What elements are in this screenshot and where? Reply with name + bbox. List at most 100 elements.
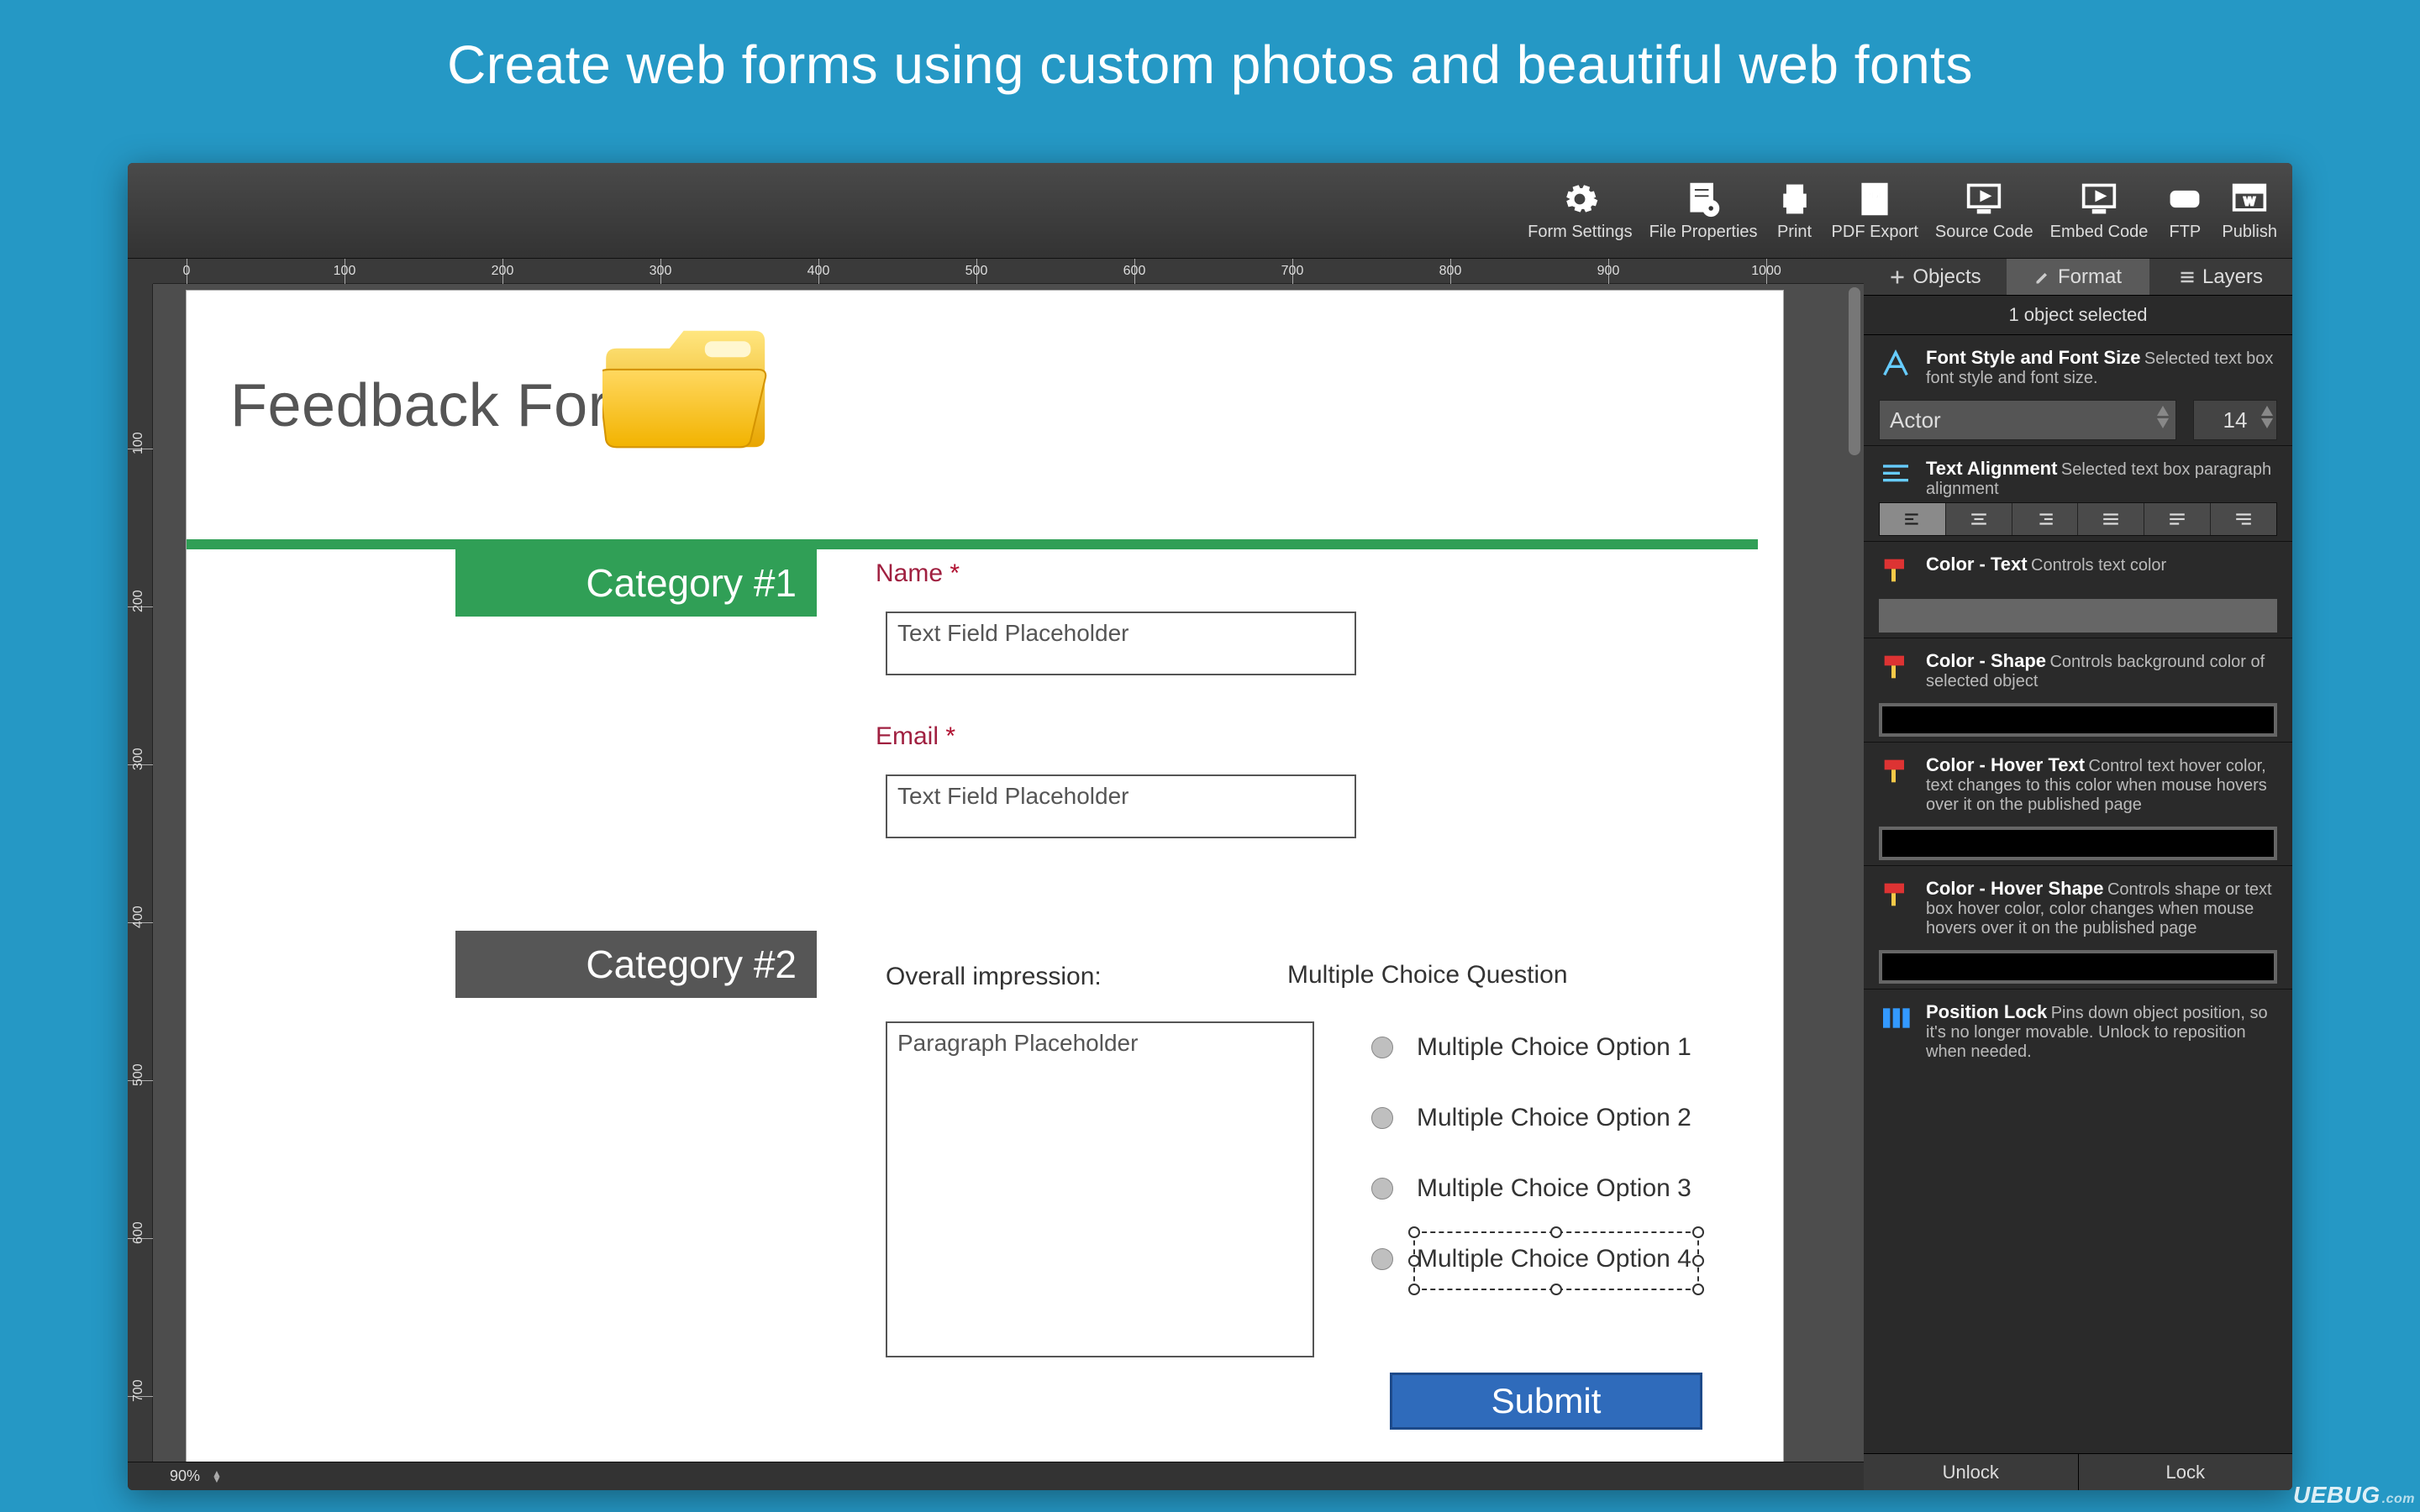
- placeholder-text: Paragraph Placeholder: [887, 1023, 1313, 1063]
- ftp-button[interactable]: FTP FTP: [2165, 179, 2205, 242]
- canvas-scrollbar[interactable]: [1847, 284, 1864, 1462]
- radio-dot-icon: [1371, 1178, 1393, 1200]
- lock-button[interactable]: Lock: [2079, 1454, 2293, 1490]
- align-right-button[interactable]: [2012, 503, 2079, 535]
- panel-position-lock: Position Lock Pins down object position,…: [1864, 990, 2292, 1067]
- color-text-swatch[interactable]: [1879, 599, 2277, 633]
- font-size-stepper[interactable]: 14: [2193, 400, 2277, 440]
- name-input[interactable]: Text Field Placeholder: [886, 612, 1356, 675]
- submit-button[interactable]: Submit: [1390, 1373, 1702, 1430]
- embed-code-button[interactable]: Embed Code: [2050, 179, 2149, 242]
- radio-label: Multiple Choice Option 3: [1417, 1174, 1691, 1203]
- svg-text:W: W: [2244, 195, 2255, 208]
- toolbar-label: FTP: [2170, 223, 2202, 242]
- monitor-play-icon: [1964, 179, 2004, 219]
- chevron-updown-icon: [2157, 406, 2169, 428]
- ruler-corner: [128, 259, 153, 284]
- chevron-updown-icon: [2261, 406, 2273, 428]
- email-label: Email *: [876, 722, 955, 751]
- radio-option-1[interactable]: Multiple Choice Option 1: [1371, 1033, 1691, 1062]
- layers-icon: [2179, 269, 2196, 286]
- tab-format[interactable]: Format: [2007, 259, 2149, 295]
- selection-box[interactable]: [1413, 1231, 1699, 1290]
- watermark: UEBUG.com: [2293, 1482, 2415, 1509]
- tab-label: Format: [2058, 265, 2122, 289]
- panel-title: Color - Text: [1926, 554, 2028, 575]
- panel-title: Text Alignment: [1926, 458, 2057, 479]
- lock-row: Unlock Lock: [1864, 1453, 2292, 1490]
- ftp-icon: FTP: [2165, 179, 2205, 219]
- color-hover-text-swatch[interactable]: [1879, 827, 2277, 860]
- align-justify-left-button[interactable]: [2144, 503, 2211, 535]
- file-properties-button[interactable]: File Properties: [1649, 179, 1758, 242]
- radio-option-2[interactable]: Multiple Choice Option 2: [1371, 1104, 1691, 1132]
- inspector-panel: Objects Format Layers 1 object selected …: [1864, 259, 2292, 1490]
- alignment-group: [1879, 502, 2277, 536]
- email-input[interactable]: Text Field Placeholder: [886, 774, 1356, 838]
- tab-layers[interactable]: Layers: [2149, 259, 2292, 295]
- file-gear-icon: [1683, 179, 1723, 219]
- ruler-horizontal: 01002003004005006007008009001000: [153, 259, 1864, 284]
- hero-title: Create web forms using custom photos and…: [0, 0, 2420, 121]
- pencil-icon: [2034, 269, 2051, 286]
- divider-line: [187, 539, 1758, 549]
- align-justify-button[interactable]: [2078, 503, 2144, 535]
- toolbar-label: File Properties: [1649, 223, 1758, 242]
- paint-roller-icon: [1879, 754, 1912, 788]
- font-icon: [1879, 347, 1912, 381]
- category-label: Category #1: [586, 560, 797, 606]
- unlock-button[interactable]: Unlock: [1864, 1454, 2079, 1490]
- pdf-export-button[interactable]: PDF PDF Export: [1832, 179, 1918, 242]
- panel-title: Color - Shape: [1926, 650, 2046, 671]
- radio-option-3[interactable]: Multiple Choice Option 3: [1371, 1174, 1691, 1203]
- selection-info: 1 object selected: [1864, 296, 2292, 335]
- font-size-value: 14: [2223, 407, 2248, 433]
- overall-label: Overall impression:: [886, 963, 1102, 991]
- app-window: Form Settings File Properties Print PDF …: [128, 163, 2292, 1490]
- panel-color-shape: Color - Shape Controls background color …: [1864, 638, 2292, 743]
- scrollbar-thumb[interactable]: [1849, 287, 1860, 455]
- gear-icon: [1560, 179, 1600, 219]
- panel-color-hover-text: Color - Hover Text Control text hover co…: [1864, 743, 2292, 866]
- paint-roller-icon: [1879, 554, 1912, 587]
- paragraph-input[interactable]: Paragraph Placeholder: [886, 1021, 1314, 1357]
- status-bar: 90% ▲▼: [128, 1462, 1864, 1490]
- publish-icon: W: [2229, 179, 2270, 219]
- category-label: Category #2: [586, 942, 797, 987]
- lock-label: Lock: [2166, 1462, 2205, 1483]
- toolbar-label: PDF Export: [1832, 223, 1918, 242]
- zoom-value[interactable]: 90%: [170, 1467, 200, 1485]
- color-shape-swatch[interactable]: [1879, 703, 2277, 737]
- mcq-label: Multiple Choice Question: [1287, 961, 1568, 990]
- canvas[interactable]: Feedback Form Category #1 Cate: [153, 284, 1864, 1462]
- radio-dot-icon: [1371, 1107, 1393, 1129]
- print-icon: [1775, 179, 1815, 219]
- publish-button[interactable]: W Publish: [2222, 179, 2277, 242]
- toolbar-label: Form Settings: [1528, 223, 1632, 242]
- pdf-icon: PDF: [1854, 179, 1895, 219]
- toolbar-label: Embed Code: [2050, 223, 2149, 242]
- page[interactable]: Feedback Form Category #1 Cate: [187, 291, 1783, 1462]
- tab-objects[interactable]: Objects: [1864, 259, 2007, 295]
- print-button[interactable]: Print: [1775, 179, 1815, 242]
- placeholder-text: Text Field Placeholder: [897, 783, 1128, 809]
- category-tab-1[interactable]: Category #1: [455, 549, 817, 617]
- monitor-code-icon: [2079, 179, 2119, 219]
- paint-roller-icon: [1879, 650, 1912, 684]
- source-code-button[interactable]: Source Code: [1935, 179, 2033, 242]
- align-icon: [1879, 458, 1912, 491]
- unlock-label: Unlock: [1943, 1462, 1999, 1483]
- panel-title: Color - Hover Shape: [1926, 878, 2103, 899]
- align-left-button[interactable]: [1880, 503, 1946, 535]
- zoom-stepper-icon[interactable]: ▲▼: [212, 1471, 222, 1483]
- name-label: Name *: [876, 559, 960, 588]
- category-tab-2[interactable]: Category #2: [455, 931, 817, 998]
- form-settings-button[interactable]: Form Settings: [1528, 179, 1632, 242]
- panel-title: Color - Hover Text: [1926, 754, 2085, 775]
- align-center-button[interactable]: [1946, 503, 2012, 535]
- submit-label: Submit: [1491, 1381, 1602, 1421]
- font-family-select[interactable]: Actor: [1879, 400, 2176, 440]
- color-hover-shape-swatch[interactable]: [1879, 950, 2277, 984]
- paint-roller-icon: [1879, 878, 1912, 911]
- align-justify-right-button[interactable]: [2211, 503, 2276, 535]
